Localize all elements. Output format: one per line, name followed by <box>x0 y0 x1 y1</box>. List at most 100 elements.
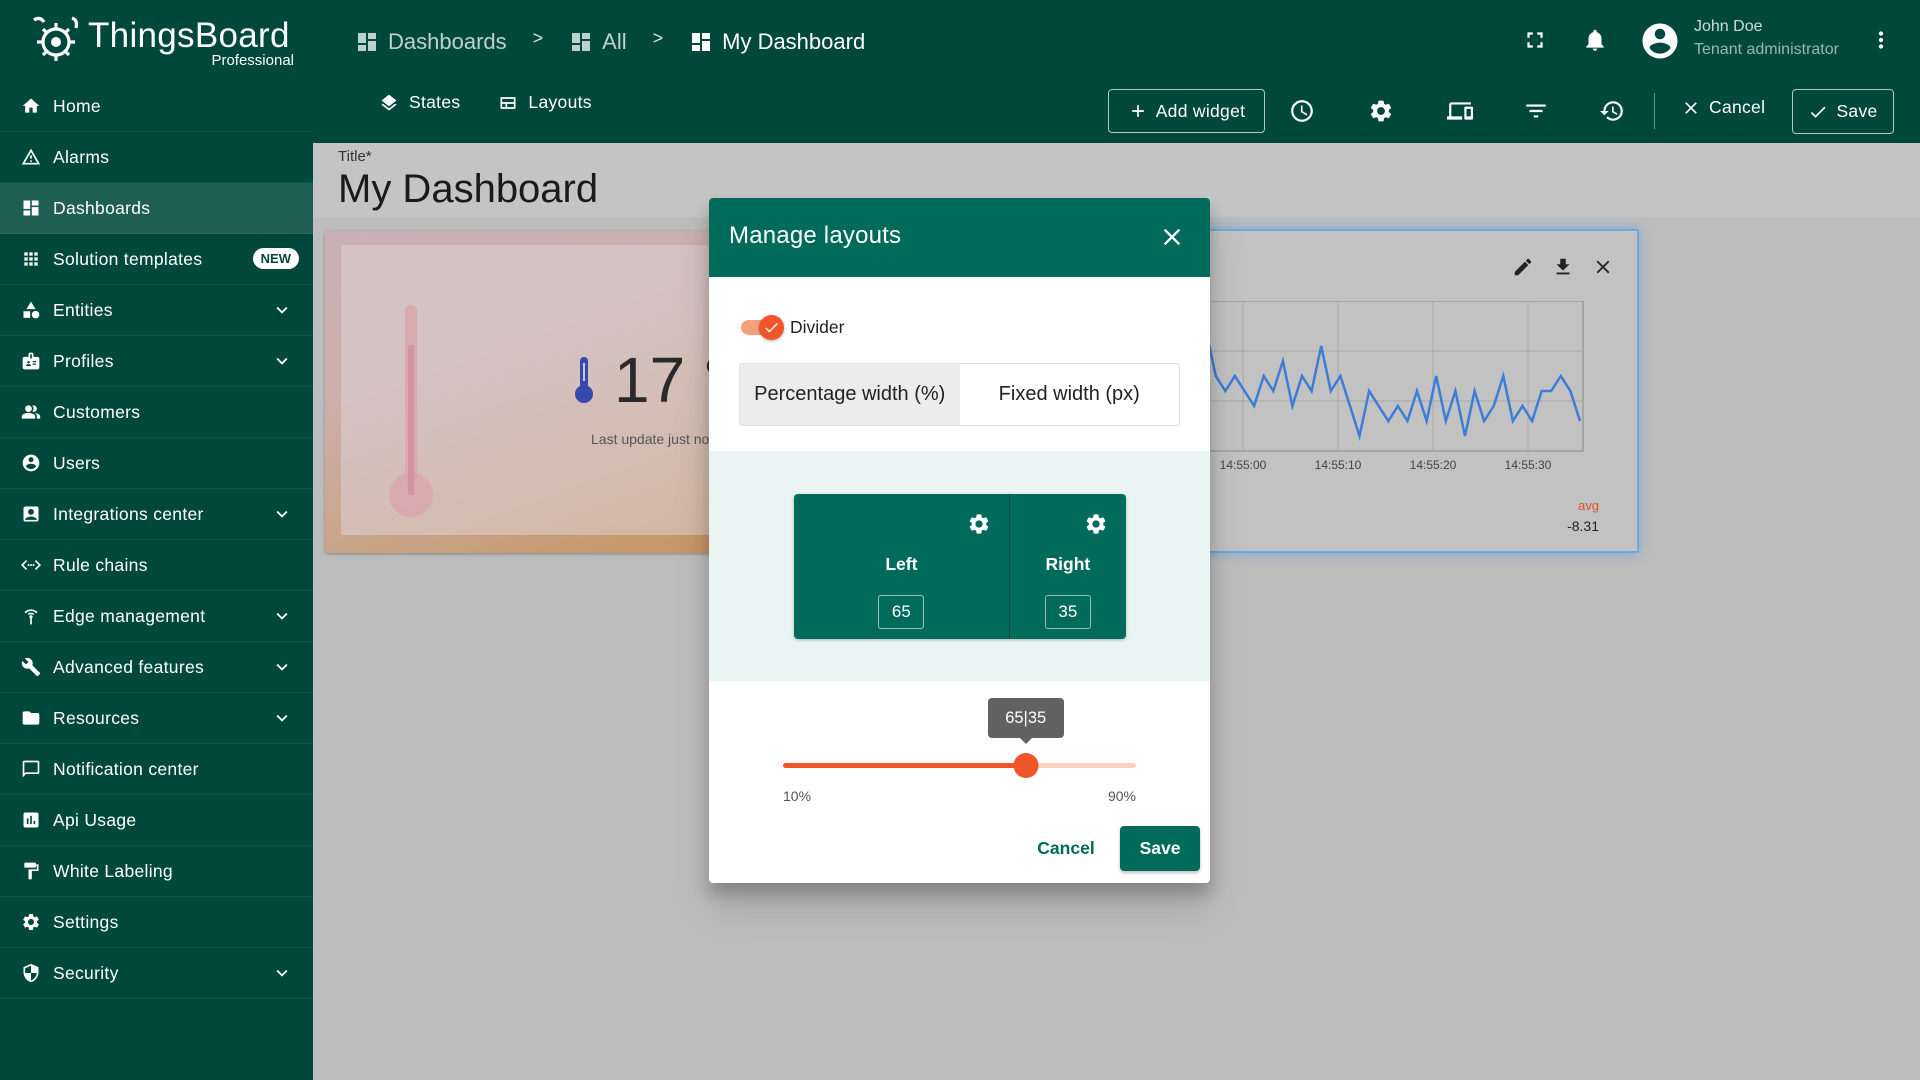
slider-thumb[interactable] <box>1013 753 1039 778</box>
sidebar-item-label: Entities <box>53 299 113 320</box>
add-widget-button[interactable]: Add widget <box>1108 89 1265 133</box>
sidebar-item-customers[interactable]: Customers <box>0 387 313 438</box>
slider-track-fill <box>783 763 1026 768</box>
sidebar-item-security[interactable]: Security <box>0 948 313 999</box>
sidebar-item-users[interactable]: Users <box>0 438 313 489</box>
toggle-thumb <box>759 315 784 340</box>
layout-ratio-slider[interactable]: 65|35 10% 90% <box>783 698 1136 808</box>
temperature-widget[interactable]: 17 ° Last update just no <box>325 231 729 553</box>
sidebar-item-alarms[interactable]: Alarms <box>0 132 313 183</box>
dashboard-settings-button[interactable] <box>1365 95 1397 127</box>
clock-icon <box>1291 100 1313 122</box>
sidebar-item-entities[interactable]: Entities <box>0 285 313 336</box>
rule-chains-icon <box>21 555 41 575</box>
left-layout-pane: Left 65 <box>794 494 1010 639</box>
user-menu[interactable]: John Doe Tenant administrator <box>1639 14 1849 68</box>
layouts-icon <box>500 96 516 109</box>
legend-value: -8.31 <box>1567 518 1599 534</box>
dashboard-icon <box>21 198 41 218</box>
divider-toggle[interactable] <box>739 314 784 340</box>
divider-toggle-row[interactable]: Divider <box>739 312 844 342</box>
device-preview-button[interactable] <box>1444 95 1476 127</box>
dialog-cancel-button[interactable]: Cancel <box>1028 826 1104 870</box>
breadcrumb-dashboards[interactable]: Dashboards <box>355 29 507 55</box>
filters-button[interactable] <box>1520 95 1552 127</box>
x-tick-label: 14:55:10 <box>1315 458 1362 472</box>
top-bar: Dashboards > All > My Dashboard John Doe… <box>313 0 1920 143</box>
right-width-input[interactable]: 35 <box>1044 595 1091 629</box>
app-name: ThingsBoard <box>88 16 290 55</box>
states-button[interactable]: States <box>379 92 460 113</box>
app-logo[interactable]: ThingsBoard Professional <box>28 10 294 72</box>
dashboard-icon <box>572 33 591 51</box>
sidebar-item-rule-chains[interactable]: Rule chains <box>0 540 313 591</box>
close-icon <box>1596 260 1610 274</box>
sidebar-item-solution-templates[interactable]: Solution templates NEW <box>0 234 313 285</box>
sidebar-item-label: Api Usage <box>53 809 137 830</box>
dialog-close-button[interactable] <box>1158 223 1186 251</box>
fullscreen-button[interactable] <box>1517 22 1553 58</box>
dashboard-title-input[interactable]: My Dashboard <box>338 167 598 212</box>
sidebar-item-advanced-features[interactable]: Advanced features <box>0 642 313 693</box>
right-layout-settings-button[interactable] <box>1084 512 1108 536</box>
chevron-down-icon <box>271 707 293 729</box>
tools-icon <box>21 657 41 677</box>
dialog-save-button[interactable]: Save <box>1120 826 1200 871</box>
pencil-icon <box>1514 258 1532 276</box>
sidebar-item-home[interactable]: Home <box>0 81 313 132</box>
sidebar-item-notification-center[interactable]: Notification center <box>0 744 313 795</box>
left-layout-settings-button[interactable] <box>967 512 991 536</box>
alarm-warning-icon <box>21 147 41 167</box>
sidebar-item-profiles[interactable]: Profiles <box>0 336 313 387</box>
notifications-button[interactable] <box>1577 22 1613 58</box>
timewindow-button[interactable] <box>1286 95 1318 127</box>
slider-value-tooltip: 65|35 <box>987 698 1064 744</box>
gear-icon <box>1086 514 1106 534</box>
fixed-width-option[interactable]: Fixed width (px) <box>960 364 1180 425</box>
toolbar-divider <box>1654 93 1655 129</box>
breadcrumb-all[interactable]: All <box>569 29 627 55</box>
breadcrumb: Dashboards > All > My Dashboard <box>355 26 865 58</box>
breadcrumb-label: All <box>602 29 627 54</box>
save-dashboard-button[interactable]: Save <box>1792 89 1894 134</box>
layout-preview: Left 65 Right 35 <box>794 494 1126 639</box>
sidebar-item-resources[interactable]: Resources <box>0 693 313 744</box>
chevron-down-icon <box>271 299 293 321</box>
temperature-card: 17 ° Last update just no <box>341 245 729 535</box>
gear-icon <box>21 912 41 932</box>
percentage-width-option[interactable]: Percentage width (%) <box>740 364 960 425</box>
cancel-edit-button[interactable]: Cancel <box>1681 97 1765 118</box>
sidebar-item-label: Advanced features <box>53 656 205 677</box>
sidebar-item-edge-management[interactable]: Edge management <box>0 591 313 642</box>
more-menu-button[interactable] <box>1863 22 1899 58</box>
sidebar-item-api-usage[interactable]: Api Usage <box>0 795 313 846</box>
folder-icon <box>21 708 41 728</box>
layouts-button[interactable]: Layouts <box>498 92 592 113</box>
sidebar-item-label: Security <box>53 962 119 983</box>
sidebar-item-dashboards[interactable]: Dashboards <box>0 183 313 234</box>
dashboard-icon <box>692 33 711 51</box>
integrations-icon <box>21 504 41 524</box>
sidebar-item-label: Edge management <box>53 605 206 626</box>
sidebar-item-integrations-center[interactable]: Integrations center <box>0 489 313 540</box>
breadcrumb-my-dashboard: My Dashboard <box>689 29 865 55</box>
user-role: Tenant administrator <box>1694 41 1839 58</box>
apps-grid-icon <box>21 249 41 269</box>
edit-widget-button[interactable] <box>1509 253 1537 281</box>
chevron-down-icon <box>271 350 293 372</box>
left-width-input[interactable]: 65 <box>878 595 925 629</box>
sidebar-item-settings[interactable]: Settings <box>0 897 313 948</box>
version-history-button[interactable] <box>1596 95 1628 127</box>
remove-widget-button[interactable] <box>1589 253 1617 281</box>
slider-min-label: 10% <box>783 788 812 804</box>
timeseries-chart: 14:55:00 14:55:10 14:55:20 14:55:30 <box>1185 301 1584 472</box>
sidebar-item-white-labeling[interactable]: White Labeling <box>0 846 313 897</box>
fullscreen-icon <box>1527 32 1543 48</box>
add-widget-label: Add widget <box>1155 100 1246 121</box>
export-widget-button[interactable] <box>1549 253 1577 281</box>
customers-icon <box>21 402 41 422</box>
manage-layouts-dialog: Manage layouts Divider Percentage width … <box>709 198 1210 883</box>
timeseries-chart-widget[interactable]: 14:55:00 14:55:10 14:55:20 14:55:30 avg -8.… <box>1183 229 1639 553</box>
user-name: John Doe <box>1694 18 1763 35</box>
sidebar-item-label: Profiles <box>53 350 114 371</box>
